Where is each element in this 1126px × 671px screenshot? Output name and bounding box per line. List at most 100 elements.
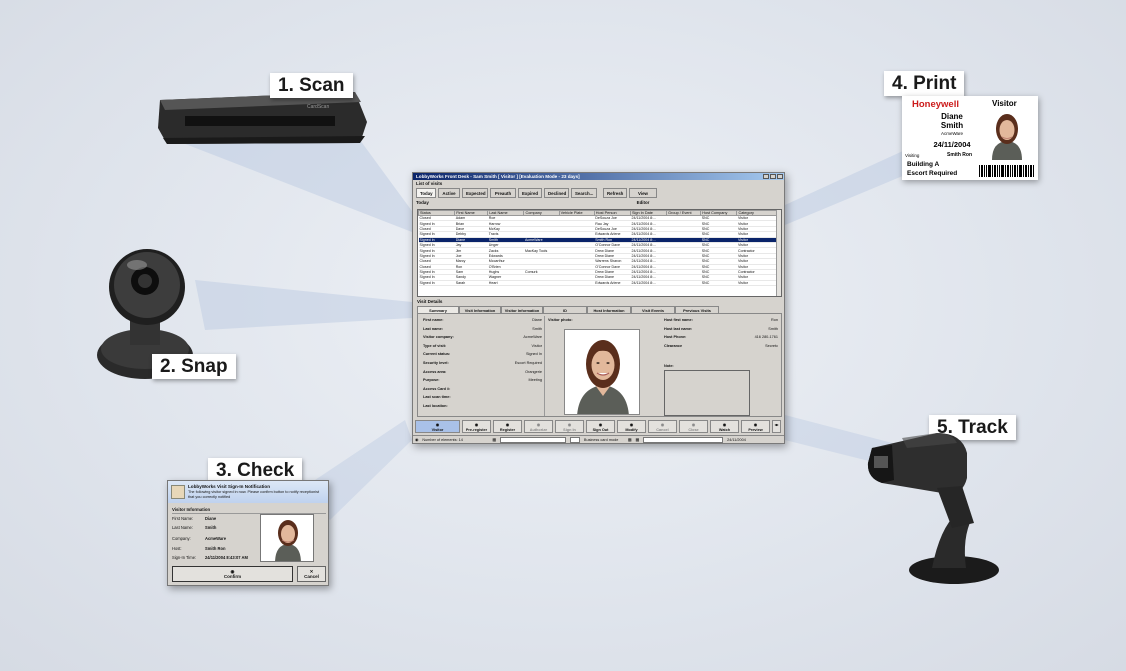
cancel-label: Cancel	[304, 574, 319, 579]
authorize-button[interactable]: ◉ Authorize	[524, 419, 553, 433]
barcode-scanner-device	[867, 433, 999, 584]
tab-search[interactable]: Search...	[571, 188, 597, 198]
confirm-label: Confirm	[223, 574, 242, 579]
table-scrollbar[interactable]	[776, 210, 781, 296]
view-editor-button[interactable]: View Editor	[629, 188, 657, 205]
modify-button[interactable]: ◉ Modify	[617, 419, 646, 433]
tab-previous-visits[interactable]: Previous Visits	[675, 306, 719, 313]
visit-summary-panel: First name: Diane Last name: Smith Visitor c…	[417, 313, 782, 417]
host-field-row: Host last name: Smith	[664, 327, 778, 336]
table-cell: 24/11/2004 8:...	[630, 280, 667, 287]
field-label: Visitor company:	[423, 335, 454, 340]
detail-tabs: Summary Visit Information Visitor Inform…	[417, 306, 719, 313]
toolbar-button-label: Cancel	[656, 427, 669, 432]
badge-first-name: Diane	[941, 112, 963, 121]
refresh-button[interactable]: Refresh	[603, 188, 627, 198]
tab-active[interactable]: Active	[438, 188, 460, 198]
table-cell: Signed In	[418, 280, 455, 287]
host-field-row: Clearance Secretc	[664, 344, 778, 353]
detail-field-row: Type of visit: Visitor	[423, 344, 542, 353]
field-label: Clearance	[664, 343, 683, 348]
field-label: Access area:	[423, 369, 447, 374]
chevron-icon[interactable]: ◂▸	[772, 419, 781, 433]
preview-button[interactable]: ◉ Preview	[741, 419, 770, 433]
toolbar-button-label: Visitor	[431, 427, 444, 432]
table-cell	[523, 280, 560, 287]
visitor-photo	[260, 514, 314, 562]
sign-out-button[interactable]: ◉ Sign Out	[586, 419, 615, 433]
toolbar-button-label: Authorize	[529, 427, 548, 432]
id-card-icon: ▩	[492, 438, 496, 442]
table-cell: Sarah	[454, 280, 488, 287]
table-row[interactable]: Signed In Sarah Heart Edwards Arlene 24/11/2…	[418, 280, 781, 287]
cancel-button[interactable]: ✕ Cancel	[297, 566, 326, 582]
tab-visit-events[interactable]: Visit Events	[631, 306, 675, 313]
dialog-section-title: Visitor Information	[172, 507, 211, 512]
visitor-fields: First name: Diane Last name: Smith Visitor c…	[423, 318, 542, 413]
tab-host-information[interactable]: Host Information	[587, 306, 631, 313]
visitor-photo-area: Visitor photo:	[544, 316, 660, 416]
tab-today[interactable]: Today	[416, 188, 436, 198]
visitor-button[interactable]: ◉ Visitor	[415, 419, 460, 433]
tab-expired[interactable]: Expired	[518, 188, 542, 198]
field-label: Type of visit:	[423, 343, 447, 348]
field-label: Current status:	[423, 352, 451, 357]
binoculars-icon: ◉	[415, 438, 419, 442]
notes-field[interactable]	[664, 370, 750, 417]
window-title-bar: LobbyWorks Front Desk - Sam Smith [ Visi…	[413, 173, 784, 180]
sign-in-button[interactable]: ◉ Sign In	[555, 419, 584, 433]
field-label: Last Name:	[172, 525, 193, 530]
toolbar-button-label: Sign In	[563, 427, 576, 432]
field-value: Ron	[771, 318, 778, 322]
field-label: Last scan time:	[423, 395, 451, 400]
location-select[interactable]	[499, 436, 566, 443]
minimize-button[interactable]	[763, 174, 769, 179]
visitor-badge: Honeywell Visitor Diane Smith AcmeWare 2…	[902, 96, 1038, 180]
status-panel	[643, 436, 724, 443]
field-value: Smith Ron	[205, 546, 226, 551]
detail-field-row: Access area: Orangerie	[423, 370, 542, 379]
dialog-field-row: First Name: Diane	[172, 516, 262, 521]
cancel-button[interactable]: ◉ Cancel	[648, 419, 677, 433]
print-icon[interactable]: ▩	[628, 437, 632, 442]
sign-in-notification-dialog: LobbyWorks Visit Sign-In Notification Th…	[167, 480, 329, 586]
field-value: Orangerie	[525, 369, 542, 374]
monitor-icon[interactable]: ▩	[636, 437, 640, 442]
table-cell: Visitor	[736, 280, 781, 287]
detail-field-row: Security level: Escort Required	[423, 361, 542, 370]
tab-summary[interactable]: Summary	[417, 306, 459, 313]
close-button[interactable]: ◉ Close	[679, 419, 708, 433]
tab-id[interactable]: ID	[543, 306, 587, 313]
detail-field-row: First name: Diane	[423, 318, 542, 327]
maximize-button[interactable]	[770, 174, 776, 179]
table-cell: Edwards Arlene	[594, 280, 631, 287]
close-button[interactable]	[777, 174, 783, 179]
barcode	[979, 165, 1034, 177]
field-label: Purpose:	[423, 378, 440, 383]
photo-caption: Visitor photo:	[548, 318, 573, 322]
field-value: Smith	[532, 326, 542, 331]
tab-visitor-information[interactable]: Visitor Information	[501, 306, 543, 313]
business-card-mode: Business card mode	[583, 437, 619, 442]
tab-preauth[interactable]: Preauth	[490, 188, 516, 198]
status-field	[569, 436, 580, 443]
register-button[interactable]: ◉ Register	[493, 419, 522, 433]
confirm-button[interactable]: ◉ Confirm	[172, 566, 293, 582]
tab-visit-information[interactable]: Visit Information	[459, 306, 501, 313]
host-fields: Host first name: Ron Host last name: Smith H…	[664, 318, 778, 417]
watch-button[interactable]: ◉ Watch	[710, 419, 739, 433]
badge-host: Smith Ron	[947, 152, 972, 158]
field-value: Diane	[532, 318, 542, 322]
tab-expected[interactable]: Expected	[462, 188, 488, 198]
tab-declined[interactable]: Declined	[544, 188, 569, 198]
notification-icon	[171, 485, 185, 499]
badge-date: 24/11/2004	[933, 140, 971, 149]
visit-filter-tabs: Today Active Expected Preauth Expired De…	[413, 186, 784, 205]
field-label: Last location:	[423, 403, 448, 408]
detail-field-row: Current status: Signed In	[423, 352, 542, 361]
field-label: First Name:	[172, 516, 194, 521]
field-value: Visitor	[531, 343, 542, 348]
pre-register-button[interactable]: ◉ Pre-register	[462, 419, 491, 433]
action-toolbar: ◉ Visitor ◉ Pre-register ◉ Register ◉ Authorize…	[413, 419, 784, 433]
step-label-snap: 2. Snap	[152, 354, 236, 379]
